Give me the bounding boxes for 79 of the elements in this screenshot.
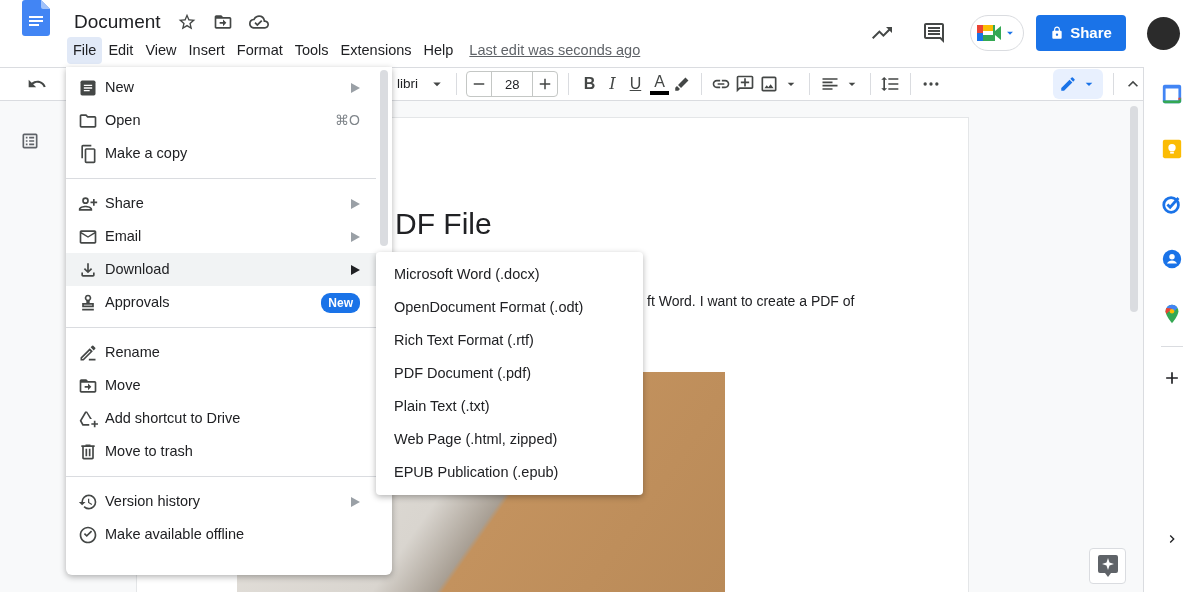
menu-item[interactable]: Web Page (.html, zipped) [376, 423, 643, 456]
menu-item[interactable]: Add shortcut to Drive [66, 402, 376, 435]
assistant-button[interactable] [1089, 548, 1126, 584]
menu-item[interactable]: Move to trash [66, 435, 376, 468]
scrollbar[interactable] [1130, 106, 1138, 312]
font-size-field[interactable]: 28 [491, 72, 534, 96]
underline-button[interactable]: U [624, 72, 647, 96]
copy-icon [78, 143, 98, 164]
comment-add-icon[interactable] [735, 74, 756, 94]
menu-item[interactable]: Tools [288, 37, 335, 64]
menu-item[interactable]: Make a copy [66, 137, 376, 170]
last-edit-link[interactable]: Last edit was seconds ago [469, 39, 641, 62]
scrollbar[interactable] [380, 70, 388, 246]
menu-item-label: Make available offline [105, 524, 246, 544]
comment-icon[interactable] [922, 21, 946, 45]
menu-item[interactable]: Move [66, 369, 376, 402]
menu-item[interactable]: Open ⌘O [66, 104, 376, 137]
menu-item-label: Move to trash [105, 441, 194, 461]
menu-item[interactable]: Edit [102, 37, 140, 64]
video-call-button[interactable] [970, 15, 1024, 51]
bold-button[interactable]: B [578, 72, 601, 96]
task-check-icon[interactable] [1161, 193, 1183, 215]
edit-mode-button[interactable] [1052, 69, 1103, 99]
menu-item-label: Approvals [105, 292, 171, 312]
docs-logo-icon[interactable] [22, 0, 50, 36]
image-icon[interactable] [759, 74, 780, 94]
italic-button[interactable]: I [604, 72, 621, 96]
menu-item-label: Open [105, 110, 142, 130]
folder-arrow-icon[interactable] [212, 12, 233, 32]
menu-item-label: Make a copy [105, 143, 189, 163]
menu-item[interactable]: File [67, 37, 103, 64]
menu-item[interactable]: Share [66, 187, 376, 220]
menu-item-label: Version history [105, 491, 202, 511]
pencil-icon [78, 342, 98, 363]
menu-item[interactable]: New [66, 71, 376, 104]
menu-item[interactable]: Make available offline [66, 518, 376, 551]
menu-item-label: New [105, 77, 135, 97]
pencil-icon [1058, 75, 1077, 93]
sparkle-icon [1097, 555, 1118, 577]
menu-item[interactable]: EPUB Publication (.epub) [376, 456, 643, 489]
text-color-button[interactable]: A [650, 73, 669, 95]
menu-item[interactable]: Extensions [334, 37, 418, 64]
menu-item-label: Share [105, 193, 145, 213]
outline-icon[interactable] [20, 131, 40, 151]
line-spacing-icon[interactable] [880, 74, 901, 94]
menu-item[interactable]: View [139, 37, 183, 64]
menu-item[interactable]: OpenDocument Format (.odt) [376, 291, 643, 324]
menu-item[interactable]: Insert [182, 37, 231, 64]
menu-item[interactable]: Microsoft Word (.docx) [376, 258, 643, 291]
menu-item-label: Rename [105, 342, 161, 362]
calendar-icon[interactable] [1161, 83, 1183, 105]
menu-item[interactable]: Approvals New [66, 286, 376, 319]
menu-item[interactable]: Help [417, 37, 460, 64]
video-camera-icon [977, 23, 1003, 43]
menu-item[interactable]: Plain Text (.txt) [376, 390, 643, 423]
cloud-check-icon[interactable] [248, 12, 269, 32]
menu-item[interactable]: Download [66, 253, 376, 286]
menu-item[interactable]: Version history [66, 485, 376, 518]
lock-icon [1050, 26, 1065, 40]
document-title[interactable]: Document [74, 0, 161, 34]
font-name-field[interactable]: libri [397, 73, 424, 95]
menu-item[interactable]: Format [230, 37, 289, 64]
menu-item-label: Add shortcut to Drive [105, 408, 242, 428]
menu-item[interactable]: PDF Document (.pdf) [376, 357, 643, 390]
menu-item[interactable]: Rename [66, 336, 376, 369]
menu-item-label: Move [105, 375, 142, 395]
highlighter-icon[interactable] [672, 75, 691, 93]
font-size-stepper[interactable]: 28 [466, 71, 559, 97]
person-icon[interactable] [1161, 248, 1183, 270]
menu-item-label: Download [105, 259, 171, 279]
share-button[interactable]: Share [1036, 15, 1126, 51]
keyboard-shortcut: ⌘O [335, 111, 360, 130]
avatar[interactable] [1147, 16, 1180, 50]
menu-item-label: Email [105, 226, 143, 246]
menu-item[interactable]: Rich Text Format (.rtf) [376, 324, 643, 357]
new-badge: New [321, 292, 360, 313]
menu-item[interactable]: Email [66, 220, 376, 253]
document-heading: DF File [395, 206, 492, 242]
document-paragraph: ft Word. I want to create a PDF of [647, 292, 855, 311]
